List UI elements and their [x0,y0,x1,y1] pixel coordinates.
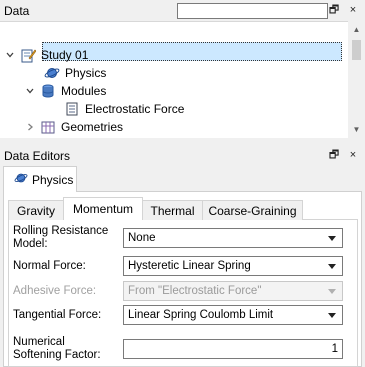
tab-momentum[interactable]: Momentum [63,197,143,220]
tangential-force-label: Tangential Force: [13,309,102,321]
dropdown-arrow-icon [328,289,336,294]
tree-item-label: Study 01 [41,48,89,62]
editors-panel-title: Data Editors [4,149,71,163]
panel-splitter[interactable] [0,138,365,146]
tree-vertical-scrollbar[interactable]: ▲ ▼ [348,21,365,138]
tree-item-modules[interactable]: Modules [24,82,106,100]
normal-force-label: Normal Force: [13,260,86,272]
tab-coarse-graining[interactable]: Coarse-Graining [202,200,303,220]
tab-thermal[interactable]: Thermal [142,200,203,220]
tangential-force-select[interactable]: Linear Spring Coulomb Limit [123,305,343,325]
geometries-icon [40,119,56,135]
tab-label: Momentum [72,202,134,216]
chevron-down-icon[interactable] [24,85,36,97]
data-close-button[interactable]: × [347,3,359,17]
chevron-right-icon[interactable] [24,121,36,133]
tab-label: Gravity [16,203,55,218]
dropdown-arrow-icon [328,236,336,241]
numerical-softening-input[interactable]: 1 [123,339,343,359]
tab-gravity[interactable]: Gravity [8,200,64,220]
document-icon [64,101,80,117]
tree-item-label: Modules [61,84,107,98]
tree-item-electrostatic-force[interactable]: Electrostatic Force [48,100,184,118]
adhesive-force-label: Adhesive Force: [13,285,97,297]
editors-float-button[interactable]: 🗗 [328,148,340,162]
tree-item-geometries[interactable]: Geometries [24,118,123,136]
tangential-force-value: Linear Spring Coulomb Limit [128,309,274,321]
adhesive-force-value: From "Electrostatic Force" [128,285,262,297]
tree-item-label: Physics [65,66,107,80]
tab-physics[interactable]: Physics [3,166,77,192]
rolling-resistance-select[interactable]: None [123,228,343,248]
chevron-down-icon[interactable] [4,49,16,61]
rolling-resistance-label: Rolling Resistance Model: [13,225,109,250]
adhesive-force-select: From "Electrostatic Force" [123,281,343,301]
tab-label: Physics [32,172,74,187]
tab-label: Coarse-Graining [208,203,297,218]
study-icon [20,47,37,63]
editors-close-button[interactable]: × [347,148,359,162]
numerical-softening-label: Numerical Softening Factor: [13,336,101,361]
dropdown-arrow-icon [328,264,336,269]
physics-icon [44,65,60,81]
scroll-up-icon[interactable]: ▲ [348,21,365,38]
tab-label: Thermal [150,203,195,218]
normal-force-select[interactable]: Hysteretic Linear Spring [123,256,343,276]
tree-item-physics[interactable]: Physics [28,64,106,82]
data-float-button[interactable]: 🗗 [328,3,340,17]
physics-icon [14,171,28,188]
scroll-thumb[interactable] [352,40,361,60]
rolling-resistance-value: None [128,232,156,244]
tree-item-label: Electrostatic Force [85,102,185,116]
tree-item-study-01[interactable]: Study 01 [4,46,88,64]
dropdown-arrow-icon [328,313,336,318]
tree-item-label: Geometries [61,120,124,134]
editors-panel-header: Data Editors [0,146,365,166]
data-search-input[interactable] [177,3,328,19]
scroll-down-icon[interactable]: ▼ [348,121,365,138]
numerical-softening-value: 1 [331,343,338,355]
modules-icon [40,83,56,99]
data-panel-title: Data [4,4,30,18]
normal-force-value: Hysteretic Linear Spring [128,260,251,272]
